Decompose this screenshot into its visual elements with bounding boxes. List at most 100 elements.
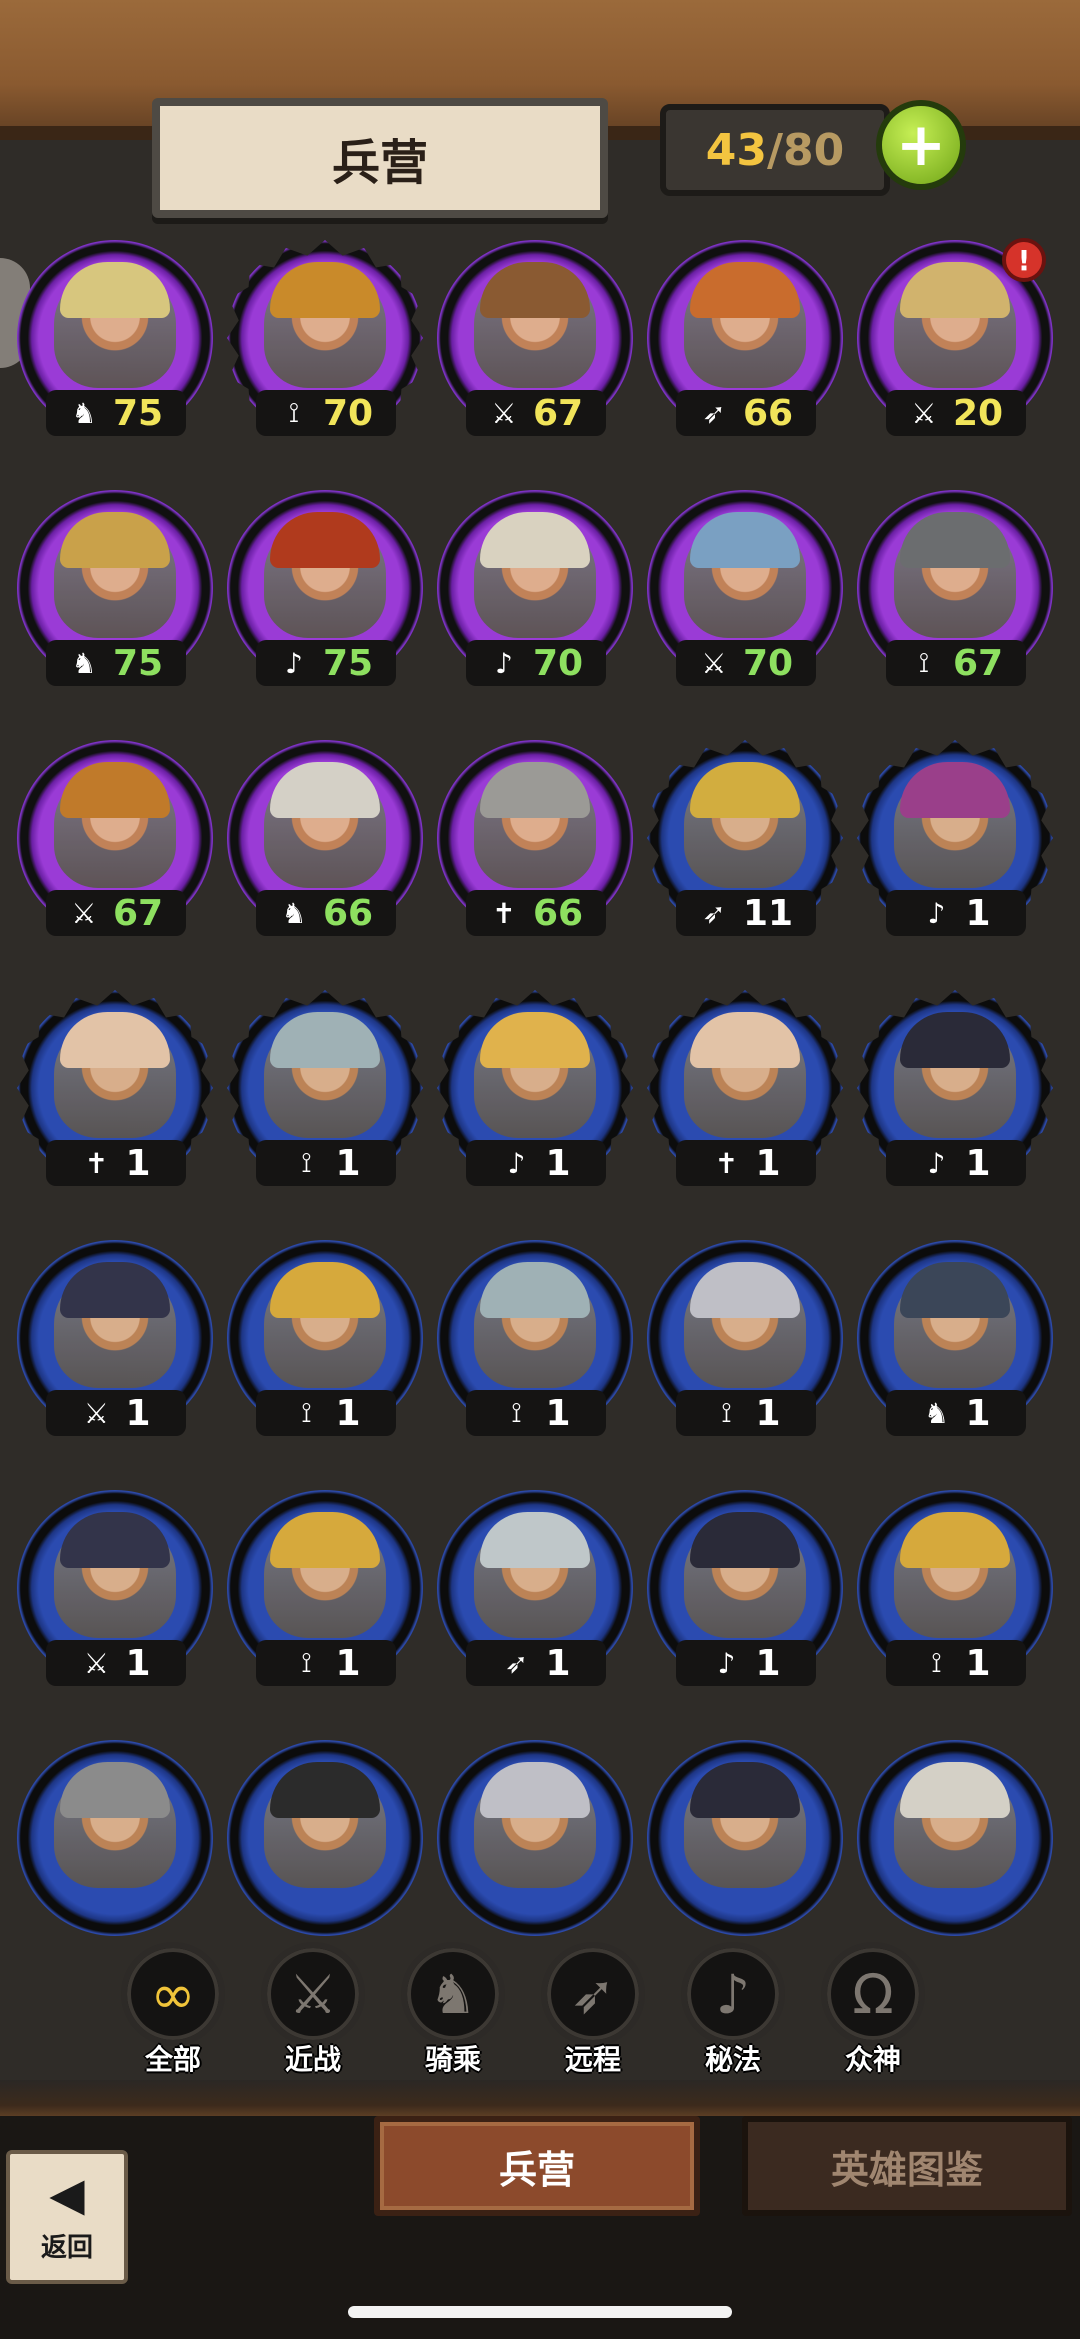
plus-icon: + <box>895 110 947 180</box>
unit-card[interactable]: ♪ 75 <box>222 490 432 686</box>
unit-level-bar: ➶ 1 <box>466 1640 606 1686</box>
unit-card[interactable]: ♪ 70 <box>432 490 642 686</box>
page-title-plate: 兵营 <box>152 98 608 218</box>
unit-level: 75 <box>322 642 374 684</box>
unit-card[interactable]: ⚔ 70 <box>642 490 852 686</box>
horse-icon: ♞ <box>401 1942 505 2046</box>
unit-card[interactable]: ⚔ 1 <box>12 1490 222 1686</box>
unit-card[interactable]: ⟟ 1 <box>222 1240 432 1436</box>
unit-level: 1 <box>965 1392 991 1434</box>
omega-icon: Ω <box>821 1942 925 2046</box>
unit-card[interactable]: ✝ 66 <box>432 740 642 936</box>
filter-sword[interactable]: ⚔ 近战 <box>258 1942 368 2078</box>
unit-card[interactable]: ⚔ 67 <box>432 240 642 436</box>
filter-label: 秘法 <box>704 2043 761 2076</box>
unit-level-bar: ♞ 75 <box>46 640 186 686</box>
unit-card[interactable]: ➶ 11 <box>642 740 852 936</box>
unit-level: 1 <box>335 1642 361 1684</box>
unit-class-icon: ⟟ <box>301 1646 312 1679</box>
unit-card[interactable] <box>12 1740 222 1936</box>
unit-level-bar: ⚔ 67 <box>466 390 606 436</box>
unit-card[interactable] <box>642 1740 852 1936</box>
unit-card[interactable]: ♪ 1 <box>852 740 1062 936</box>
unit-level-bar: ♪ 1 <box>466 1140 606 1186</box>
unit-card[interactable]: ➶ 1 <box>432 1490 642 1686</box>
filter-infinity[interactable]: ∞ 全部 <box>118 1942 228 2078</box>
unit-class-icon: ➶ <box>702 396 726 430</box>
unit-card[interactable]: ⟟ 70 <box>222 240 432 436</box>
unit-level-bar: ⟟ 1 <box>256 1390 396 1436</box>
filter-bow[interactable]: ➶ 远程 <box>538 1942 648 2078</box>
sword-icon: ⚔ <box>261 1942 365 2046</box>
unit-class-icon: ⟟ <box>511 1396 522 1429</box>
unit-card[interactable]: ⟟ 1 <box>852 1490 1062 1686</box>
unit-card[interactable]: ⟟ 1 <box>432 1240 642 1436</box>
filter-label: 全部 <box>144 2043 201 2076</box>
unit-level: 70 <box>742 642 794 684</box>
filter-omega[interactable]: Ω 众神 <box>818 1942 928 2078</box>
tab-hero-codex[interactable]: 英雄图鉴 <box>742 2116 1072 2216</box>
unit-card[interactable] <box>852 1740 1062 1936</box>
unit-level: 66 <box>322 892 374 934</box>
unit-class-icon: ⟟ <box>288 396 300 429</box>
unit-card[interactable]: ✝ 1 <box>12 990 222 1186</box>
unit-card[interactable] <box>222 1740 432 1936</box>
filter-horse[interactable]: ♞ 骑乘 <box>398 1942 508 2078</box>
back-button[interactable]: ◀ 返回 <box>6 2150 128 2284</box>
unit-class-icon: ⚔ <box>491 396 517 430</box>
unit-card[interactable]: ⟟ 1 <box>642 1240 852 1436</box>
troop-capacity-counter: 43 / 80 <box>660 104 890 196</box>
unit-card[interactable] <box>432 1740 642 1936</box>
unit-class-icon: ♪ <box>495 646 513 680</box>
troop-count-max: 80 <box>783 124 845 176</box>
unit-level-bar: ♪ 1 <box>886 890 1026 936</box>
unit-level-bar: ♪ 75 <box>256 640 396 686</box>
filter-label: 骑乘 <box>424 2043 481 2076</box>
unit-level-bar: ♞ 66 <box>256 890 396 936</box>
unit-card[interactable]: ♪ 1 <box>852 990 1062 1186</box>
unit-level: 75 <box>112 642 164 684</box>
unit-class-icon: ♞ <box>71 646 97 680</box>
unit-card[interactable]: ♪ 1 <box>642 1490 852 1686</box>
unit-level-bar: ⟟ 1 <box>676 1390 816 1436</box>
unit-card[interactable]: ⚔ 20! <box>852 238 1062 436</box>
add-capacity-button[interactable]: + <box>876 100 966 190</box>
troop-count-current: 43 <box>705 124 767 176</box>
unit-class-icon: ⚔ <box>911 396 937 430</box>
unit-class-icon: ⚔ <box>71 896 97 930</box>
unit-level: 1 <box>545 1642 571 1684</box>
unit-card[interactable]: ⟟ 1 <box>222 990 432 1186</box>
unit-card[interactable]: ➶ 66 <box>642 240 852 436</box>
unit-level-bar: ♞ 1 <box>886 1390 1026 1436</box>
unit-card[interactable]: ⟟ 1 <box>222 1490 432 1686</box>
tab-barracks[interactable]: 兵营 <box>374 2116 700 2216</box>
unit-class-icon: ✝ <box>492 896 516 930</box>
unit-level-bar: ✝ 1 <box>46 1140 186 1186</box>
filter-label: 远程 <box>564 2043 621 2076</box>
home-indicator[interactable] <box>348 2306 732 2318</box>
unit-card[interactable]: ♪ 1 <box>432 990 642 1186</box>
troop-count-separator: / <box>766 124 784 176</box>
unit-class-icon: ➶ <box>702 896 726 930</box>
unit-level: 67 <box>952 642 1004 684</box>
unit-card[interactable]: ⚔ 67 <box>12 740 222 936</box>
unit-card[interactable]: ♞ 66 <box>222 740 432 936</box>
unit-level-bar: ⟟ 1 <box>886 1640 1026 1686</box>
unit-card[interactable]: ✝ 1 <box>642 990 852 1186</box>
unit-class-icon: ♞ <box>923 1396 950 1430</box>
unit-level-bar: ⟟ 70 <box>256 390 396 436</box>
unit-level: 1 <box>125 1142 151 1184</box>
unit-level: 1 <box>965 892 991 934</box>
unit-card[interactable]: ⚔ 1 <box>12 1240 222 1436</box>
unit-card[interactable]: ♞ 75 <box>12 240 222 436</box>
unit-class-icon: ➶ <box>504 1646 529 1680</box>
unit-card[interactable]: ♞ 1 <box>852 1240 1062 1436</box>
unit-level-bar: ➶ 11 <box>676 890 816 936</box>
unit-class-icon: ✝ <box>84 1146 109 1180</box>
unit-class-icon: ♞ <box>71 396 97 430</box>
filter-label: 众神 <box>844 2043 901 2076</box>
unit-card[interactable]: ⟟ 67 <box>852 490 1062 686</box>
unit-card[interactable]: ♞ 75 <box>12 490 222 686</box>
filter-arcane[interactable]: ♪ 秘法 <box>678 1942 788 2078</box>
unit-level: 1 <box>965 1642 991 1684</box>
